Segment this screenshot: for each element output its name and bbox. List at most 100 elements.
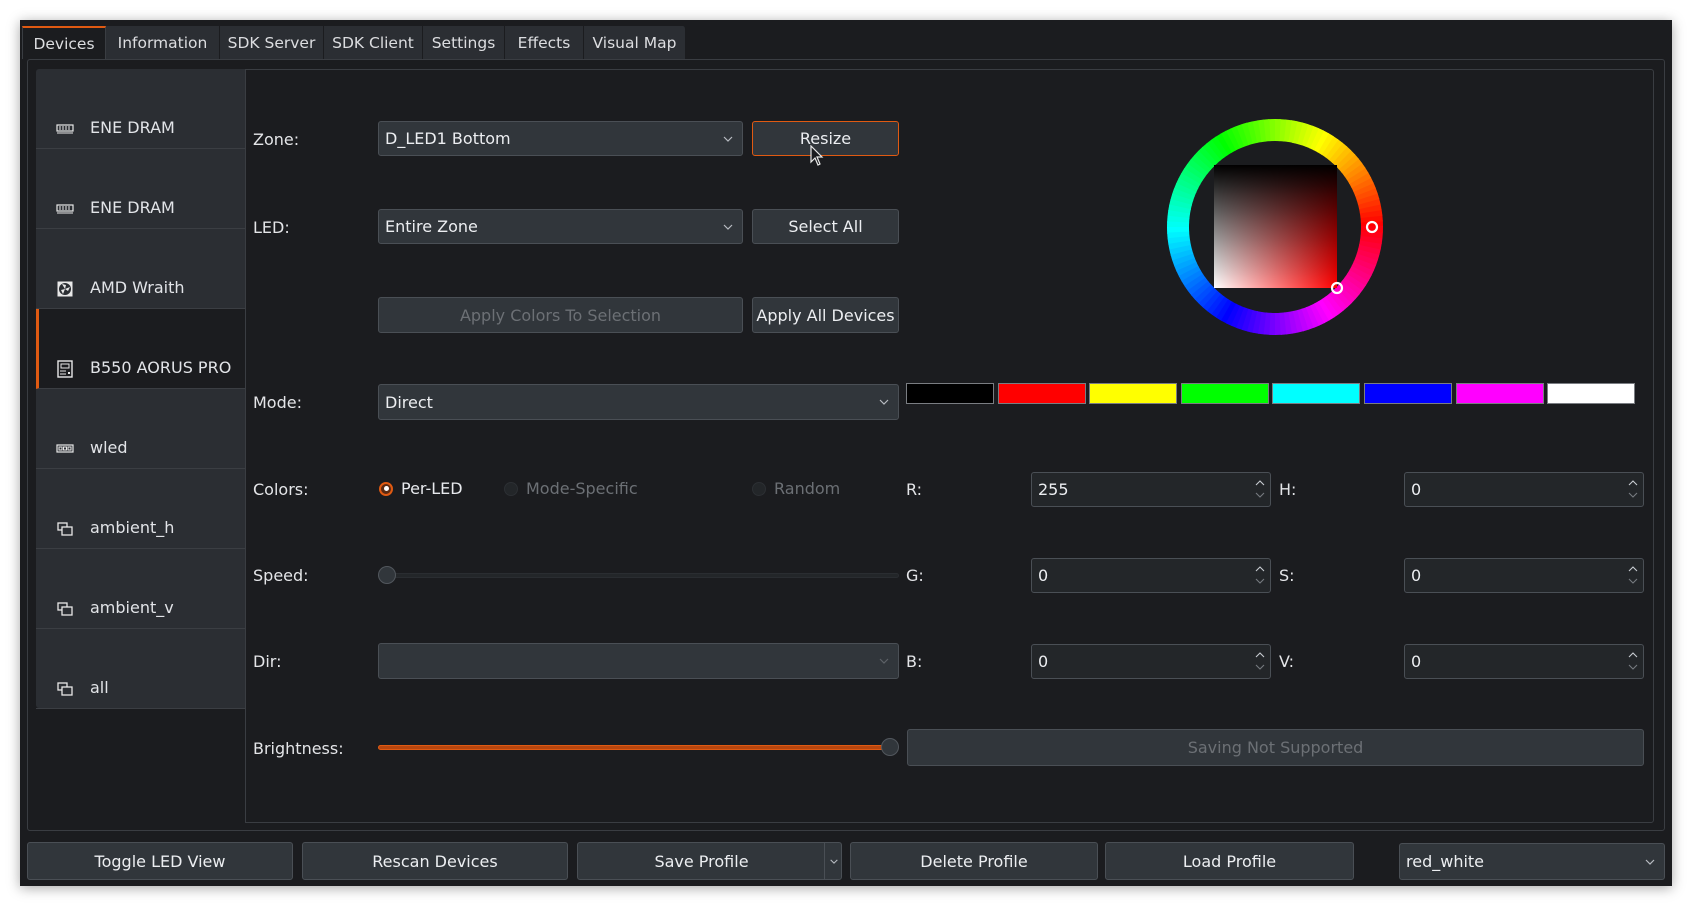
tab-devices[interactable]: Devices bbox=[22, 26, 106, 59]
virtual-device-icon bbox=[56, 681, 74, 697]
value-spinbox[interactable]: 0 bbox=[1404, 644, 1644, 679]
led-dropdown[interactable]: Entire Zone bbox=[378, 209, 743, 244]
resize-button[interactable]: Resize bbox=[752, 121, 899, 156]
brightness-slider[interactable] bbox=[378, 738, 899, 758]
mode-label: Mode: bbox=[253, 392, 302, 412]
radio-mode-specific[interactable]: Mode-Specific bbox=[504, 479, 638, 498]
color-swatch[interactable] bbox=[1364, 383, 1452, 404]
color-swatch[interactable] bbox=[1272, 383, 1361, 404]
mode-dropdown[interactable]: Direct bbox=[378, 384, 899, 420]
device-list-item[interactable]: B550 AORUS PRO bbox=[36, 309, 245, 389]
tab-label: Visual Map bbox=[592, 33, 677, 52]
device-list-item[interactable]: wled bbox=[36, 389, 245, 469]
toggle-led-view-button[interactable]: Toggle LED View bbox=[27, 842, 293, 880]
tab-sdk-client[interactable]: SDK Client bbox=[324, 26, 423, 59]
zone-dropdown[interactable]: D_LED1 Bottom bbox=[378, 121, 743, 156]
radio-label: Random bbox=[774, 479, 841, 498]
tab-label: Information bbox=[117, 33, 208, 52]
radio-checked-icon bbox=[379, 481, 393, 496]
brightness-label: Brightness: bbox=[253, 738, 344, 758]
device-list-item[interactable]: ambient_v bbox=[36, 549, 245, 629]
green-label: G: bbox=[906, 565, 924, 585]
hue-value: 0 bbox=[1411, 480, 1422, 499]
brightness-handle[interactable] bbox=[881, 738, 899, 756]
radio-unchecked-icon bbox=[504, 481, 518, 496]
device-name: ENE DRAM bbox=[90, 198, 175, 217]
device-name: all bbox=[90, 678, 109, 697]
device-name: ambient_h bbox=[90, 518, 175, 537]
speed-slider[interactable] bbox=[378, 565, 899, 585]
device-list-item[interactable]: ENE DRAM bbox=[36, 149, 245, 229]
dir-label: Dir: bbox=[253, 651, 282, 671]
spin-arrows-icon[interactable] bbox=[1254, 648, 1266, 674]
speed-handle[interactable] bbox=[378, 566, 396, 584]
tab-information[interactable]: Information bbox=[106, 26, 220, 59]
saturation-label: S: bbox=[1279, 565, 1295, 585]
save-profile-button[interactable]: Save Profile bbox=[577, 842, 842, 880]
cooler-icon bbox=[56, 281, 74, 297]
color-swatch[interactable] bbox=[1180, 383, 1269, 404]
load-profile-button[interactable]: Load Profile bbox=[1105, 842, 1354, 880]
spin-arrows-icon[interactable] bbox=[1254, 562, 1266, 588]
rescan-devices-label: Rescan Devices bbox=[372, 851, 498, 871]
color-swatch[interactable] bbox=[997, 383, 1086, 404]
led-value: Entire Zone bbox=[385, 217, 478, 236]
spin-arrows-icon[interactable] bbox=[1627, 648, 1639, 674]
colors-label: Colors: bbox=[253, 479, 309, 499]
save-profile-label: Save Profile bbox=[654, 851, 749, 871]
red-spinbox[interactable]: 255 bbox=[1031, 472, 1271, 507]
color-swatch[interactable] bbox=[1089, 383, 1178, 404]
device-list-item[interactable]: all bbox=[36, 629, 245, 709]
color-swatch[interactable] bbox=[906, 383, 994, 404]
speed-track bbox=[378, 573, 899, 578]
device-name: ENE DRAM bbox=[90, 118, 175, 137]
tab-settings[interactable]: Settings bbox=[423, 26, 505, 59]
ram-icon bbox=[56, 201, 74, 217]
hue-spinbox[interactable]: 0 bbox=[1404, 472, 1644, 507]
profile-dropdown[interactable]: red_white bbox=[1399, 843, 1665, 880]
device-name: ambient_v bbox=[90, 598, 174, 617]
device-list-item[interactable]: ambient_h bbox=[36, 469, 245, 549]
spin-arrows-icon[interactable] bbox=[1627, 562, 1639, 588]
green-spinbox[interactable]: 0 bbox=[1031, 558, 1271, 593]
tab-effects[interactable]: Effects bbox=[505, 26, 584, 59]
color-swatch[interactable] bbox=[1455, 383, 1544, 404]
blue-label: B: bbox=[906, 651, 923, 671]
led-label: LED: bbox=[253, 217, 290, 237]
radio-unchecked-icon bbox=[752, 481, 766, 496]
value-value: 0 bbox=[1411, 652, 1422, 671]
device-name: wled bbox=[90, 438, 128, 457]
saturation-spinbox[interactable]: 0 bbox=[1404, 558, 1644, 593]
spin-arrows-icon[interactable] bbox=[1627, 476, 1639, 502]
select-all-button[interactable]: Select All bbox=[752, 209, 899, 244]
value-overlay bbox=[1214, 165, 1337, 288]
ram-icon bbox=[56, 121, 74, 137]
save-to-device-button[interactable]: Saving Not Supported bbox=[907, 729, 1644, 766]
tab-label: SDK Server bbox=[227, 33, 316, 52]
select-all-label: Select All bbox=[788, 217, 863, 236]
color-swatch[interactable] bbox=[1547, 383, 1636, 404]
apply-all-label: Apply All Devices bbox=[756, 305, 895, 325]
mouse-cursor-icon bbox=[810, 145, 824, 166]
apply-colors-to-selection-button[interactable]: Apply Colors To Selection bbox=[378, 297, 743, 333]
tab-visual-map[interactable]: Visual Map bbox=[584, 26, 686, 59]
zone-label: Zone: bbox=[253, 129, 300, 149]
blue-spinbox[interactable]: 0 bbox=[1031, 644, 1271, 679]
spin-arrows-icon[interactable] bbox=[1254, 476, 1266, 502]
direction-dropdown[interactable] bbox=[378, 643, 899, 679]
rescan-devices-button[interactable]: Rescan Devices bbox=[302, 842, 568, 880]
chevron-down-icon bbox=[723, 224, 733, 230]
color-wheel[interactable] bbox=[1160, 112, 1390, 342]
resize-label: Resize bbox=[799, 129, 852, 148]
zone-value: D_LED1 Bottom bbox=[385, 129, 511, 148]
device-list-item[interactable]: ENE DRAM bbox=[36, 69, 245, 149]
radio-per-led[interactable]: Per-LED bbox=[379, 479, 463, 498]
device-name: AMD Wraith bbox=[90, 278, 185, 297]
device-list-item[interactable]: AMD Wraith bbox=[36, 229, 245, 309]
delete-profile-label: Delete Profile bbox=[920, 851, 1028, 871]
radio-random[interactable]: Random bbox=[752, 479, 840, 498]
save-profile-menu-button[interactable] bbox=[824, 843, 842, 879]
tab-sdk-server[interactable]: SDK Server bbox=[220, 26, 324, 59]
apply-all-devices-button[interactable]: Apply All Devices bbox=[752, 297, 899, 333]
delete-profile-button[interactable]: Delete Profile bbox=[850, 842, 1098, 880]
